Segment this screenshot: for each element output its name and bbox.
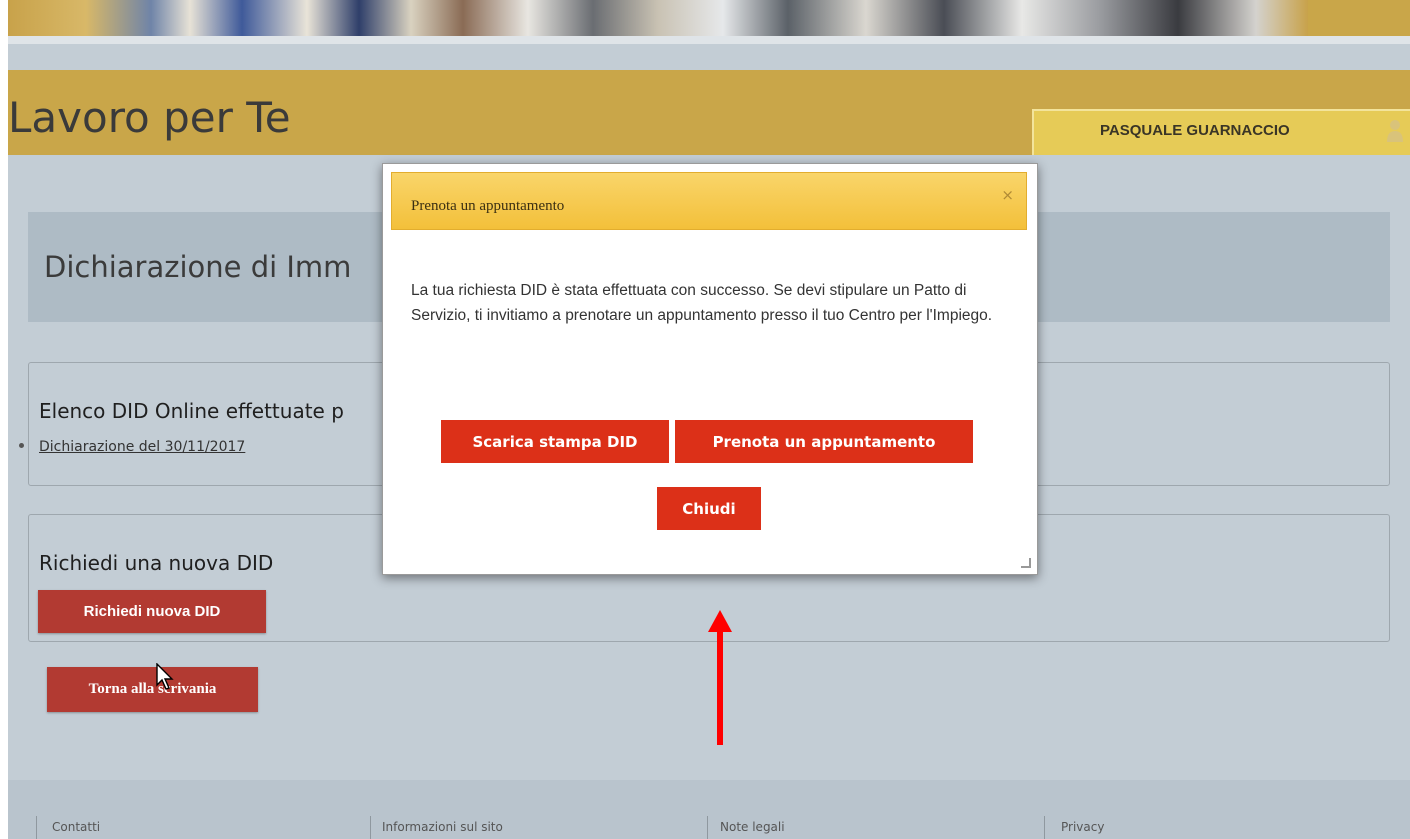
modal-message: La tua richiesta DID è stata effettuata … [411,282,993,324]
banner-photo-strip [8,0,1308,36]
banner-gold-block [1308,0,1410,36]
top-banner [8,0,1410,44]
footer-divider [370,816,371,839]
red-arrow-annotation [708,610,732,745]
back-to-desk-button[interactable]: Torna alla scrivania [47,667,258,712]
mouse-cursor [156,663,174,690]
site-header: Lavoro per Te PASQUALE GUARNACCIO [8,70,1410,155]
footer-divider [707,816,708,839]
footer-link-privacy[interactable]: Privacy [1061,820,1104,834]
close-icon[interactable]: × [1001,186,1014,204]
appointment-modal: Prenota un appuntamento × La tua richies… [382,163,1038,575]
footer-link-contatti[interactable]: Contatti [52,820,100,834]
page-title: Dichiarazione di Imm [44,250,352,284]
resize-grip-icon[interactable] [1021,558,1031,568]
close-modal-button[interactable]: Chiudi [657,487,761,530]
footer-divider [1044,816,1045,839]
download-did-button[interactable]: Scarica stampa DID [441,420,669,463]
request-new-did-button[interactable]: Richiedi nuova DID [38,590,266,633]
modal-title: Prenota un appuntamento [411,198,565,214]
new-did-title: Richiedi una nuova DID [39,551,274,575]
footer-divider [36,816,37,839]
modal-header: Prenota un appuntamento × [391,172,1027,230]
site-title[interactable]: Lavoro per Te [8,97,291,139]
footer: Contatti Informazioni sul sito Note lega… [8,780,1410,839]
user-icon[interactable] [1386,119,1404,143]
book-appointment-button[interactable]: Prenota un appuntamento [675,420,973,463]
footer-link-legal[interactable]: Note legali [720,820,785,834]
user-menu[interactable]: PASQUALE GUARNACCIO [1032,109,1410,155]
user-name[interactable]: PASQUALE GUARNACCIO [1100,122,1290,139]
did-list-title: Elenco DID Online effettuate p [39,399,344,423]
footer-link-info[interactable]: Informazioni sul sito [382,820,503,834]
list-bullet [19,443,24,448]
did-declaration-link[interactable]: Dichiarazione del 30/11/2017 [39,439,245,455]
